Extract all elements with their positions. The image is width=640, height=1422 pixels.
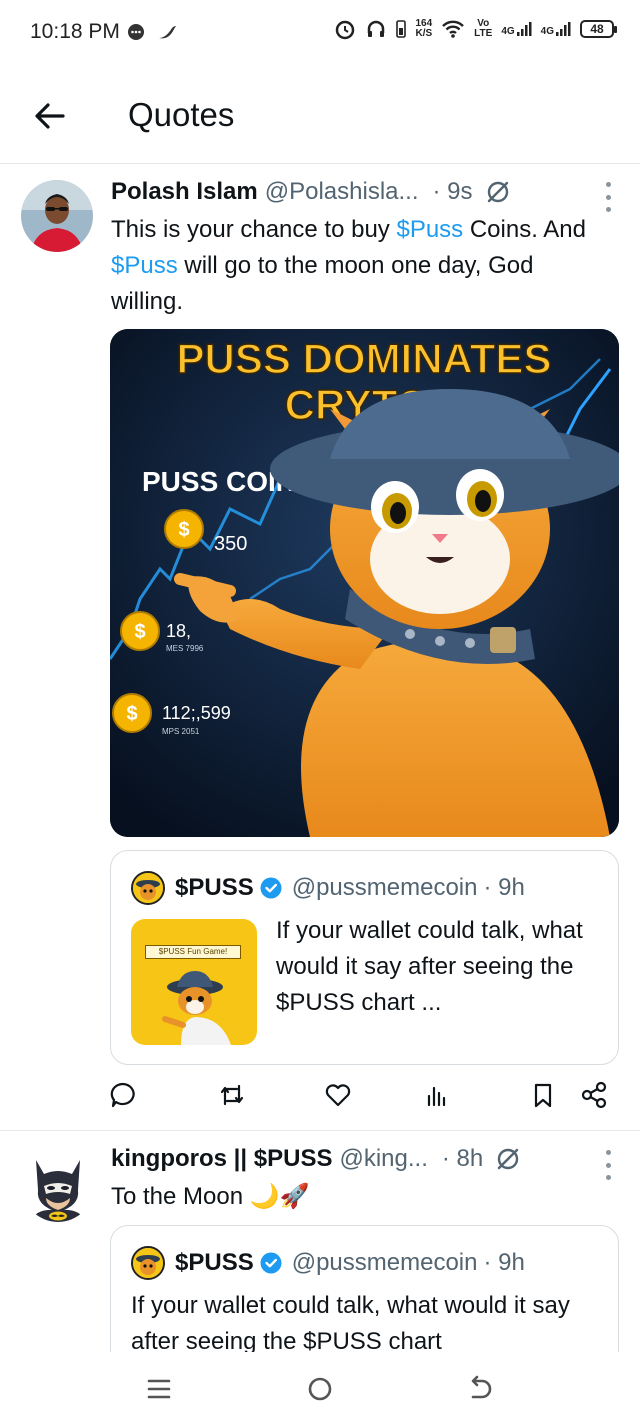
avatar[interactable] bbox=[131, 1246, 165, 1280]
home-icon[interactable] bbox=[303, 1372, 337, 1406]
avatar[interactable] bbox=[22, 1150, 94, 1222]
post-2[interactable]: kingporos || $PUSS @king... · 8h To the … bbox=[0, 0, 640, 1385]
quoted-post-header: $PUSS @pussmemecoin · 9h bbox=[131, 1246, 525, 1280]
quoted-post-text: If your wallet could talk, what would it… bbox=[131, 1292, 570, 1355]
grok-icon[interactable] bbox=[495, 1146, 521, 1172]
author-name[interactable]: kingporos || $PUSS bbox=[111, 1145, 332, 1173]
batman-avatar-image bbox=[32, 1160, 84, 1222]
post-text: To the Moon 🌙🚀 bbox=[111, 1183, 310, 1210]
post-time[interactable]: · 8h bbox=[442, 1145, 483, 1173]
quoted-author-handle[interactable]: @pussmemecoin bbox=[292, 1249, 478, 1277]
system-nav-bar bbox=[0, 1352, 640, 1422]
back-icon[interactable] bbox=[463, 1372, 497, 1406]
post-header: kingporos || $PUSS @king... · 8h bbox=[111, 1145, 521, 1173]
more-options-icon[interactable] bbox=[600, 1150, 616, 1180]
verified-badge-icon bbox=[260, 1252, 282, 1274]
puss-avatar-image bbox=[133, 1248, 163, 1278]
author-handle[interactable]: @king... bbox=[339, 1145, 427, 1173]
quoted-post-time[interactable]: · 9h bbox=[483, 1249, 524, 1277]
recent-apps-icon[interactable] bbox=[142, 1372, 176, 1406]
quoted-author-name[interactable]: $PUSS bbox=[175, 1249, 254, 1277]
